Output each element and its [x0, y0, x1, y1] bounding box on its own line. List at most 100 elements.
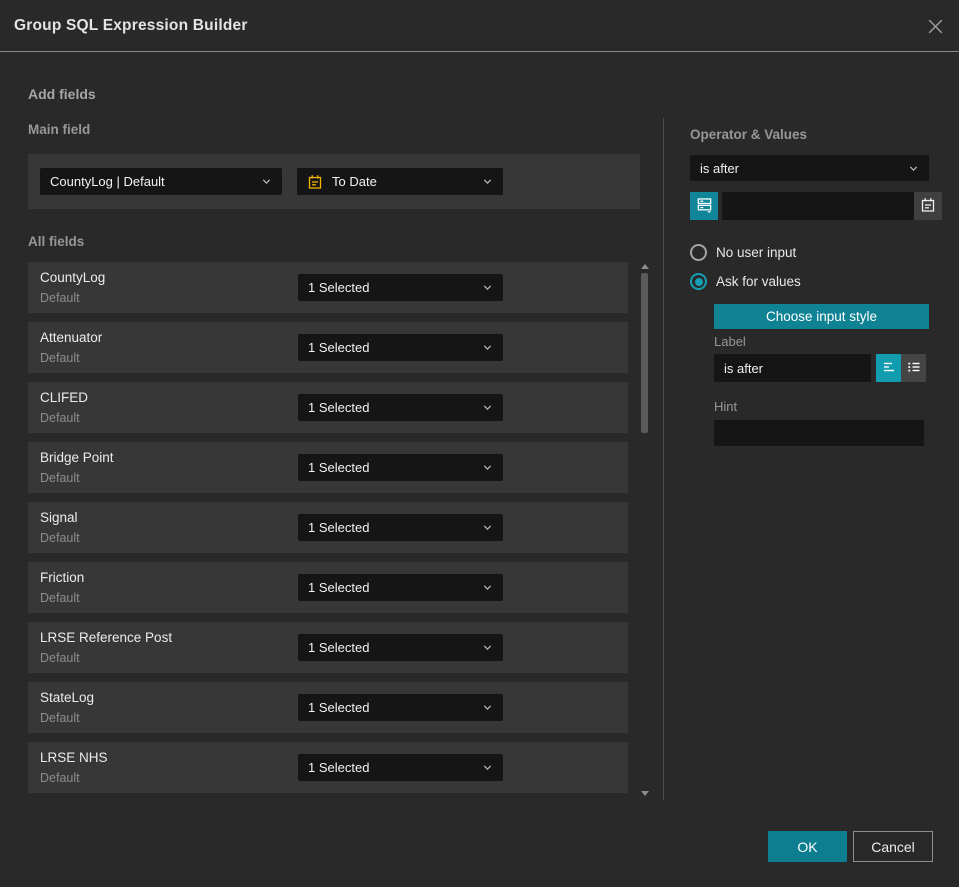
scrollbar[interactable]	[639, 262, 651, 800]
dialog-header: Group SQL Expression Builder	[0, 0, 959, 52]
radio-label: No user input	[716, 245, 797, 260]
chevron-down-icon	[261, 176, 272, 187]
field-subtype: Default	[40, 411, 80, 425]
add-fields-heading: Add fields	[28, 86, 96, 102]
field-row: Signal Default 1 Selected	[28, 502, 628, 553]
field-name: CountyLog	[40, 270, 106, 285]
scrollbar-thumb[interactable]	[641, 273, 648, 433]
field-row: Attenuator Default 1 Selected	[28, 322, 628, 373]
radio-ask-for-values[interactable]: Ask for values	[690, 273, 801, 290]
chevron-down-icon	[482, 522, 493, 533]
field-selection-value: 1 Selected	[308, 760, 370, 775]
main-field-box: CountyLog | Default To Date	[28, 154, 640, 209]
align-left-icon	[881, 359, 897, 378]
field-selection-value: 1 Selected	[308, 520, 370, 535]
field-selection-dropdown[interactable]: 1 Selected	[298, 334, 503, 361]
bulleted-list-icon	[906, 359, 922, 378]
chevron-down-icon	[482, 462, 493, 473]
date-picker-button[interactable]	[914, 192, 942, 220]
operator-select[interactable]: is after	[690, 155, 929, 181]
main-field-type-value: To Date	[332, 174, 377, 189]
value-input[interactable]	[722, 192, 914, 220]
value-source-button[interactable]	[690, 192, 718, 220]
main-field-heading: Main field	[28, 122, 91, 137]
single-line-input-button[interactable]	[876, 354, 901, 382]
field-selection-value: 1 Selected	[308, 280, 370, 295]
field-subtype: Default	[40, 591, 80, 605]
choose-input-style-button[interactable]: Choose input style	[714, 304, 929, 329]
chevron-down-icon	[482, 402, 493, 413]
chevron-down-icon	[482, 762, 493, 773]
field-row: Bridge Point Default 1 Selected	[28, 442, 628, 493]
field-selection-dropdown[interactable]: 1 Selected	[298, 694, 503, 721]
label-input[interactable]	[714, 354, 871, 382]
scroll-down-icon[interactable]	[641, 791, 649, 796]
field-name: Bridge Point	[40, 450, 114, 465]
field-row: CountyLog Default 1 Selected	[28, 262, 628, 313]
chevron-down-icon	[482, 702, 493, 713]
field-selection-value: 1 Selected	[308, 640, 370, 655]
field-name: Signal	[40, 510, 78, 525]
chevron-down-icon	[482, 176, 493, 187]
field-selection-dropdown[interactable]: 1 Selected	[298, 394, 503, 421]
field-row: Friction Default 1 Selected	[28, 562, 628, 613]
scroll-up-icon[interactable]	[641, 264, 649, 269]
dialog-title: Group SQL Expression Builder	[14, 17, 248, 34]
field-selection-dropdown[interactable]: 1 Selected	[298, 454, 503, 481]
hint-input[interactable]	[714, 420, 924, 446]
close-icon[interactable]	[923, 14, 947, 38]
main-field-type-select[interactable]: To Date	[297, 168, 503, 195]
field-selection-dropdown[interactable]: 1 Selected	[298, 754, 503, 781]
value-row	[690, 192, 942, 220]
field-subtype: Default	[40, 351, 80, 365]
all-fields-list: CountyLog Default 1 Selected Attenuator …	[28, 262, 628, 802]
chevron-down-icon	[482, 282, 493, 293]
operator-values-heading: Operator & Values	[690, 127, 808, 142]
ok-button[interactable]: OK	[768, 831, 847, 862]
chevron-down-icon	[908, 163, 919, 174]
label-caption: Label	[714, 334, 746, 349]
calendar-date-icon	[307, 174, 323, 190]
field-name: Friction	[40, 570, 85, 585]
field-selection-dropdown[interactable]: 1 Selected	[298, 514, 503, 541]
field-selection-value: 1 Selected	[308, 400, 370, 415]
field-name: LRSE Reference Post	[40, 630, 173, 645]
radio-no-user-input[interactable]: No user input	[690, 244, 796, 261]
input-style-toggle	[876, 354, 926, 382]
field-row: CLIFED Default 1 Selected	[28, 382, 628, 433]
field-selection-value: 1 Selected	[308, 700, 370, 715]
field-name: Attenuator	[40, 330, 103, 345]
list-input-button[interactable]	[901, 354, 926, 382]
value-input-wrap	[722, 192, 942, 220]
cancel-button[interactable]: Cancel	[853, 831, 933, 862]
field-subtype: Default	[40, 651, 80, 665]
field-selection-dropdown[interactable]: 1 Selected	[298, 274, 503, 301]
field-name: LRSE NHS	[40, 750, 108, 765]
field-subtype: Default	[40, 291, 80, 305]
field-selection-dropdown[interactable]: 1 Selected	[298, 574, 503, 601]
chevron-down-icon	[482, 582, 493, 593]
operator-select-value: is after	[700, 160, 740, 176]
radio-selected-icon[interactable]	[690, 273, 707, 290]
radio-icon[interactable]	[690, 244, 707, 261]
field-selection-value: 1 Selected	[308, 340, 370, 355]
field-name: StateLog	[40, 690, 95, 705]
field-name: CLIFED	[40, 390, 89, 405]
field-subtype: Default	[40, 771, 80, 785]
calendar-icon	[920, 197, 936, 216]
field-subtype: Default	[40, 711, 80, 725]
field-row: LRSE Reference Post Default 1 Selected	[28, 622, 628, 673]
field-row: LRSE NHS Default 1 Selected	[28, 742, 628, 793]
chevron-down-icon	[482, 342, 493, 353]
radio-label: Ask for values	[716, 274, 801, 289]
panel-divider	[663, 118, 664, 800]
main-field-select[interactable]: CountyLog | Default	[40, 168, 282, 195]
hint-caption: Hint	[714, 399, 738, 414]
field-subtype: Default	[40, 531, 80, 545]
field-selection-value: 1 Selected	[308, 580, 370, 595]
field-row: StateLog Default 1 Selected	[28, 682, 628, 733]
main-field-select-value: CountyLog | Default	[50, 174, 165, 189]
chevron-down-icon	[482, 642, 493, 653]
field-selection-dropdown[interactable]: 1 Selected	[298, 634, 503, 661]
field-selection-value: 1 Selected	[308, 460, 370, 475]
